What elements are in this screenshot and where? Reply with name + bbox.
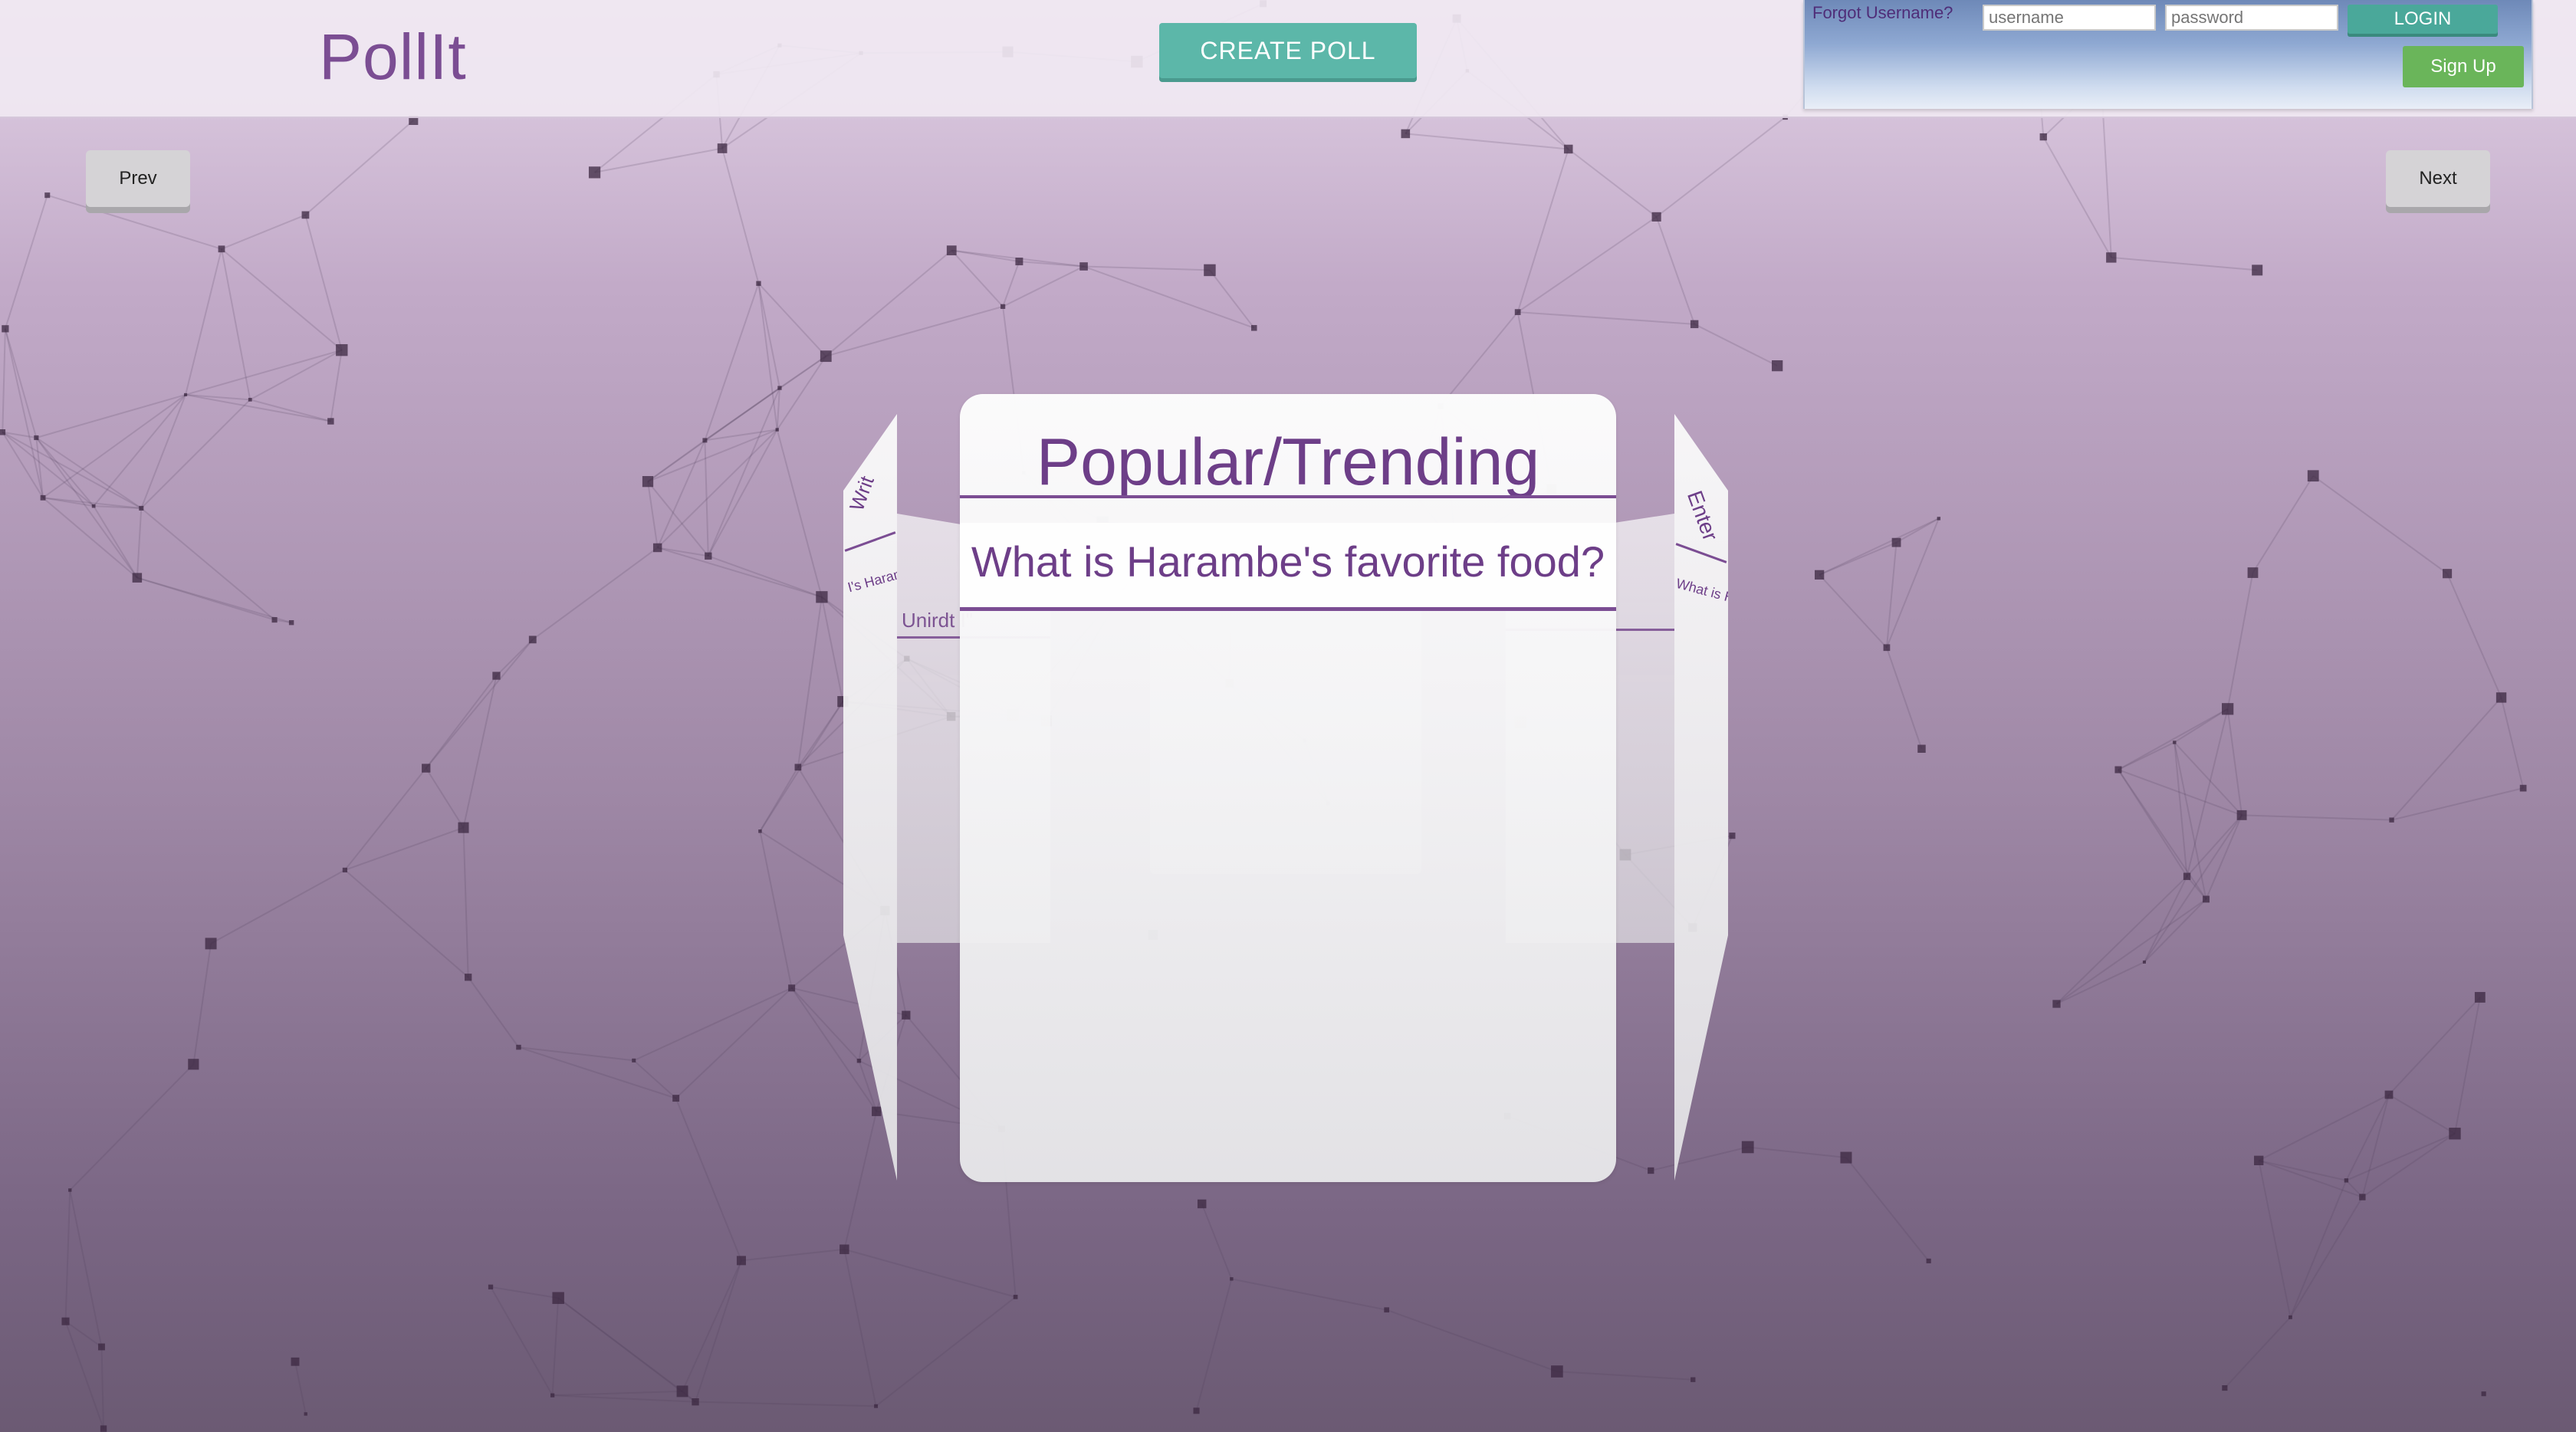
right-card-divider (1675, 543, 1727, 563)
login-button[interactable]: LOGIN (2348, 5, 2498, 34)
right-card-title: Enter (1682, 488, 1723, 544)
card-title: Popular/Trending (1036, 425, 1540, 499)
featured-poll-card[interactable]: Popular/Trending What is Harambe's favor… (960, 394, 1616, 1182)
left-card-title: Writ (845, 473, 879, 514)
poll-carousel: Unirdt I" Y Writ I's Harambe's fa Enter … (843, 391, 1733, 1204)
sign-up-button[interactable]: Sign Up (2403, 46, 2524, 87)
next-button[interactable]: Next (2386, 150, 2490, 207)
username-input[interactable] (1983, 5, 2156, 31)
left-card-divider (844, 531, 896, 552)
card-title-divider (960, 495, 1616, 498)
poll-question[interactable]: What is Harambe's favorite food? (960, 537, 1616, 586)
forgot-username-link[interactable]: Forgot Username? (1812, 3, 1953, 23)
site-logo[interactable]: PollIt (319, 20, 467, 94)
password-input[interactable] (2165, 5, 2338, 31)
question-divider (960, 607, 1616, 611)
create-poll-button[interactable]: CREATE POLL (1159, 23, 1417, 78)
left-poll-card[interactable]: Writ I's Harambe's fa (843, 414, 897, 1181)
login-panel: Forgot Username? LOGIN Sign Up (1803, 0, 2533, 109)
prev-button[interactable]: Prev (86, 150, 190, 207)
right-poll-card[interactable]: Enter What is Harambe's (1674, 414, 1728, 1181)
